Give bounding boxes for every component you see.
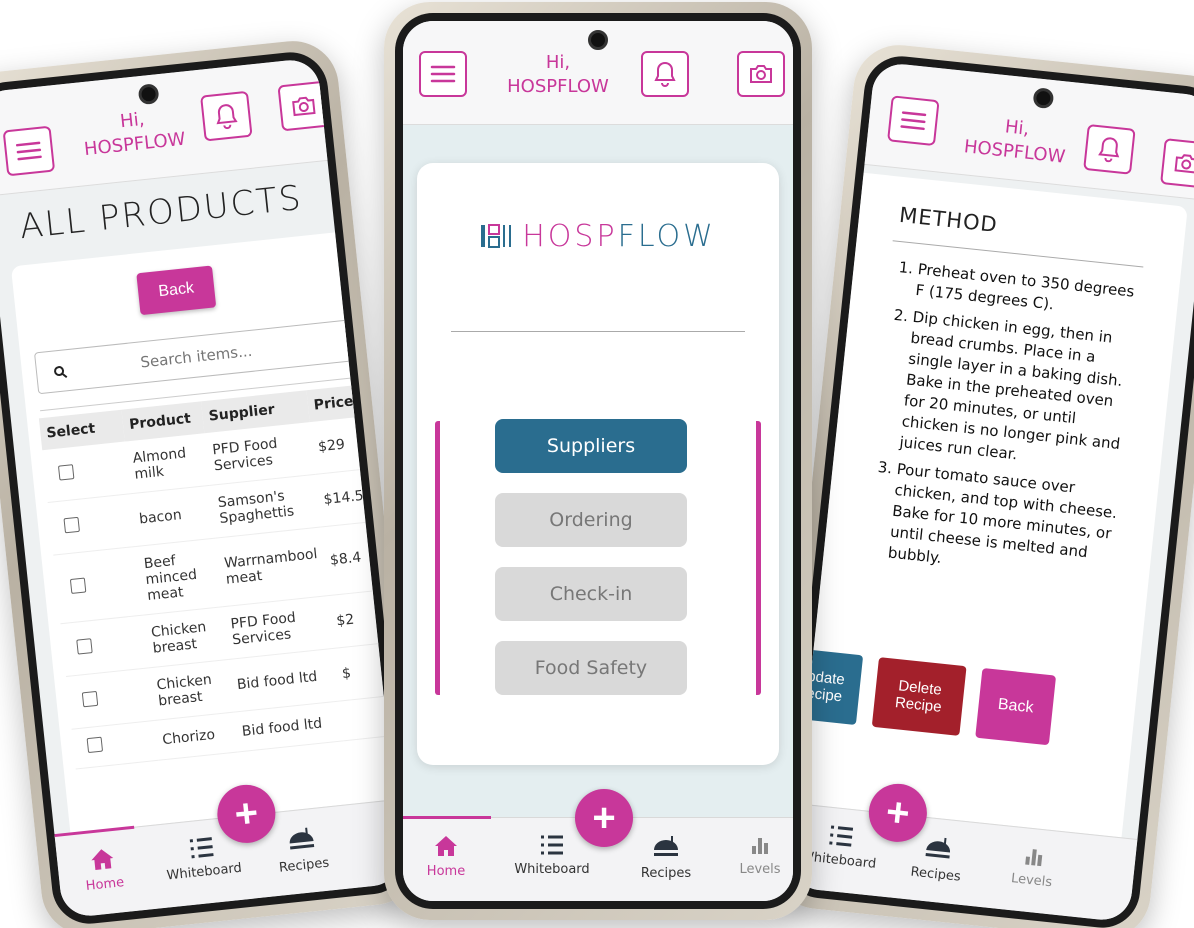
search-input[interactable]: [75, 332, 317, 382]
front-camera: [588, 30, 608, 50]
nav-levels-label: Levels: [739, 862, 781, 877]
nav-home-label: Home: [426, 864, 466, 879]
back-button[interactable]: Back: [136, 265, 217, 316]
product-name: Almond milk: [125, 433, 211, 494]
camera-icon: [292, 96, 316, 117]
nav-whiteboard[interactable]: Whiteboard: [507, 834, 597, 877]
bell-icon: [216, 104, 238, 130]
product-name: Chicken breast: [148, 659, 234, 721]
food-icon: [654, 836, 678, 856]
products-table: Select Product Supplier Price Almond mil…: [38, 382, 404, 770]
hamburger-icon: [900, 111, 927, 131]
method-heading: METHOD: [898, 202, 999, 238]
check-in-button[interactable]: Check-in: [495, 567, 687, 621]
phone-recipe-method: Hi, HOSPFLOW METHOD Preheat oven to 350 …: [767, 40, 1194, 928]
suppliers-button[interactable]: Suppliers: [495, 419, 687, 473]
greeting-line1: Hi,: [545, 52, 571, 73]
product-name: bacon: [130, 485, 216, 547]
ordering-button[interactable]: Ordering: [495, 493, 687, 547]
bar-chart-icon: [752, 838, 768, 854]
hospflow-logo: HOSPFLOW: [417, 219, 779, 254]
app-header: Hi, HOSPFLOW: [0, 57, 330, 197]
food-icon: [925, 837, 951, 859]
bell-icon: [654, 61, 676, 87]
list-icon: [541, 835, 563, 855]
content-area: HOSPFLOW Suppliers Ordering Check-in Foo…: [403, 125, 793, 817]
notifications-button[interactable]: [1083, 123, 1136, 175]
bell-icon: [1098, 137, 1120, 163]
products-panel: Back Select Product Supplier Price: [10, 232, 404, 834]
nav-home[interactable]: Home: [56, 843, 150, 897]
hamburger-icon: [430, 65, 456, 83]
home-screen: Hi, HOSPFLOW HOSPFLOW Suppliers Ordering…: [403, 21, 793, 901]
home-card: HOSPFLOW Suppliers Ordering Check-in Foo…: [417, 163, 779, 765]
home-icon: [91, 849, 114, 870]
nav-home[interactable]: Home: [403, 834, 491, 879]
nav-whiteboard-label: Whiteboard: [514, 862, 590, 877]
back-button[interactable]: Back: [975, 667, 1057, 746]
nav-levels-label: Levels: [1010, 871, 1053, 891]
nav-home-label: Home: [85, 875, 125, 895]
price: $29: [309, 414, 386, 475]
row-checkbox[interactable]: [81, 690, 99, 707]
notifications-button[interactable]: [200, 90, 253, 142]
method-steps: Preheat oven to 350 degrees F (175 degre…: [865, 257, 1146, 587]
greeting: Hi, HOSPFLOW: [954, 110, 1078, 170]
food-icon: [289, 827, 315, 850]
phone-all-products: Hi, HOSPFLOW ALL PRODUCTS Back Search it…: [0, 36, 425, 928]
nav-recipes-label: Recipes: [278, 855, 330, 876]
camera-button[interactable]: [737, 51, 785, 97]
method-panel: METHOD Preheat oven to 350 degrees F (17…: [788, 172, 1188, 838]
row-checkbox[interactable]: [76, 637, 93, 655]
nav-recipes-label: Recipes: [640, 866, 692, 881]
notifications-button[interactable]: [641, 51, 689, 97]
list-icon: [189, 837, 214, 859]
hamburger-icon: [15, 141, 42, 161]
method-step: Pour tomato sauce over chicken, and top …: [887, 459, 1125, 587]
greeting-line2: HOSPFLOW: [507, 76, 609, 97]
delete-recipe-button[interactable]: Delete Recipe: [871, 657, 967, 736]
logo-text-right: FLOW: [617, 219, 716, 254]
logo-mark-icon: [481, 224, 512, 248]
row-checkbox[interactable]: [63, 516, 80, 533]
home-icon: [435, 836, 457, 856]
recipe-screen: Hi, HOSPFLOW METHOD Preheat oven to 350 …: [788, 61, 1194, 923]
nav-recipes[interactable]: Recipes: [621, 834, 711, 881]
supplier-name: Warrnambool meat: [215, 527, 328, 607]
nav-levels[interactable]: Levels: [986, 841, 1080, 893]
nav-recipes-label: Recipes: [909, 864, 962, 885]
col-price: Price: [306, 382, 381, 423]
price: $14.5: [315, 466, 392, 528]
row-checkbox[interactable]: [69, 576, 87, 594]
menu-button[interactable]: [2, 125, 56, 177]
phone-home-menu: Hi, HOSPFLOW HOSPFLOW Suppliers Ordering…: [384, 2, 812, 920]
camera-icon: [750, 65, 772, 83]
food-safety-button[interactable]: Food Safety: [495, 641, 687, 695]
list-icon: [829, 825, 854, 847]
search-icon: [54, 366, 68, 379]
row-checkbox[interactable]: [86, 736, 104, 754]
camera-button[interactable]: [1160, 138, 1194, 189]
bar-chart-icon: [1025, 849, 1043, 867]
method-step: Dip chicken in egg, then in bread crumbs…: [899, 307, 1141, 477]
greeting: Hi, HOSPFLOW: [71, 103, 195, 163]
greeting: Hi, HOSPFLOW: [495, 51, 621, 99]
camera-button[interactable]: [277, 80, 330, 132]
product-name: Chicken breast: [143, 606, 229, 668]
divider: [451, 331, 745, 332]
all-products-screen: Hi, HOSPFLOW ALL PRODUCTS Back Search it…: [0, 57, 404, 919]
active-tab-indicator: [403, 816, 491, 819]
camera-icon: [1174, 154, 1194, 174]
logo-text-left: HOSP: [522, 219, 618, 254]
menu-button[interactable]: [887, 95, 940, 147]
menu-button[interactable]: [419, 51, 467, 97]
add-fab[interactable]: +: [575, 789, 633, 847]
product-name: Beef minced meat: [136, 538, 223, 616]
nav-whiteboard-label: Whiteboard: [165, 860, 243, 884]
nav-levels[interactable]: Levels: [715, 834, 793, 877]
product-name: Chorizo: [154, 712, 239, 761]
row-checkbox[interactable]: [57, 463, 75, 481]
